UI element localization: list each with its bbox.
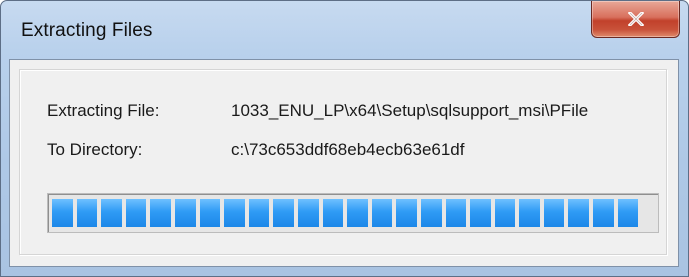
to-directory-label: To Directory: bbox=[47, 140, 143, 159]
title-bar[interactable]: Extracting Files bbox=[1, 1, 688, 59]
progress-block bbox=[396, 199, 417, 227]
details-group: Extracting File: 1033_ENU_LP\x64\Setup\s… bbox=[19, 69, 667, 255]
close-icon bbox=[627, 12, 644, 26]
extracting-files-dialog: Extracting Files Extracting File: 1033_E… bbox=[0, 0, 689, 277]
progress-block bbox=[593, 199, 614, 227]
progress-block bbox=[420, 199, 442, 227]
progress-block bbox=[543, 199, 565, 227]
progress-block bbox=[150, 199, 171, 227]
progress-block bbox=[101, 199, 122, 227]
progress-fill bbox=[52, 199, 654, 227]
extracting-file-value: 1033_ENU_LP\x64\Setup\sqlsupport_msi\PFi… bbox=[231, 101, 589, 120]
progress-block bbox=[224, 199, 245, 227]
progress-block bbox=[248, 199, 270, 227]
progress-block bbox=[125, 199, 147, 227]
progress-block bbox=[76, 199, 98, 227]
progress-block bbox=[199, 199, 221, 227]
to-directory-value: c:\73c653ddf68eb4ecb63e61df bbox=[231, 140, 465, 159]
extracting-file-label: Extracting File: bbox=[47, 101, 160, 120]
window-title: Extracting Files bbox=[21, 20, 153, 41]
progress-block bbox=[568, 199, 590, 227]
progress-block bbox=[174, 199, 196, 227]
progress-block bbox=[273, 199, 294, 227]
progress-block bbox=[470, 199, 491, 227]
progress-block bbox=[371, 199, 393, 227]
progress-block bbox=[322, 199, 344, 227]
progress-block bbox=[52, 199, 73, 227]
progress-block bbox=[519, 199, 540, 227]
progress-block bbox=[494, 199, 516, 227]
progress-block bbox=[347, 199, 368, 227]
progress-block bbox=[297, 199, 319, 227]
progress-block bbox=[617, 199, 639, 227]
progress-block bbox=[445, 199, 467, 227]
dialog-body: Extracting File: 1033_ENU_LP\x64\Setup\s… bbox=[9, 59, 679, 267]
close-button[interactable] bbox=[591, 1, 680, 38]
progress-bar bbox=[47, 193, 659, 233]
